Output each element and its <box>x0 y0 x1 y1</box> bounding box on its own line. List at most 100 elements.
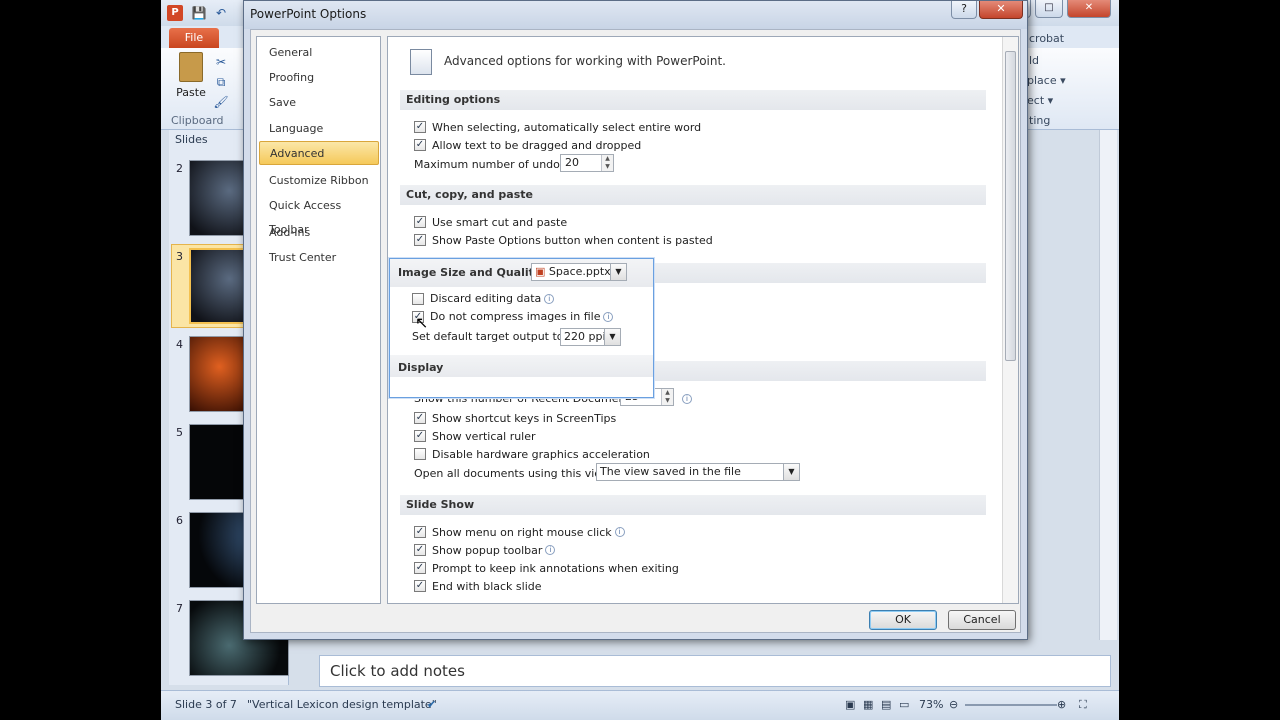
mouse-cursor-icon: ↖ <box>415 313 429 332</box>
checkbox-checked[interactable]: ✓ <box>414 234 426 246</box>
checkbox-checked[interactable]: ✓ <box>414 216 426 228</box>
undo-icon[interactable]: ↶ <box>213 5 229 21</box>
nav-save[interactable]: Save <box>259 91 379 115</box>
section-display: Display <box>398 361 444 374</box>
zoom-in-icon[interactable]: ⊕ <box>1057 698 1066 711</box>
option-label: Show popup toolbar <box>432 543 543 557</box>
undo-spinner[interactable]: 20 ▲ ▼ <box>560 154 614 172</box>
undo-label-row: Maximum number of undos: <box>414 156 569 172</box>
nav-language[interactable]: Language <box>259 117 379 141</box>
option-show-paste-options[interactable]: ✓ Show Paste Options button when content … <box>414 232 713 248</box>
option-smart-cut-paste[interactable]: ✓ Use smart cut and paste <box>414 214 567 230</box>
checkbox-checked[interactable]: ✓ <box>414 139 426 151</box>
option-popup-toolbar[interactable]: ✓ Show popup toolbar i <box>414 542 556 558</box>
notes-pane[interactable]: Click to add notes <box>319 655 1111 687</box>
paste-label: Paste <box>176 86 206 99</box>
panel-scrollbar[interactable] <box>1002 37 1018 603</box>
info-icon: i <box>545 545 556 555</box>
option-label: Show vertical ruler <box>432 429 536 443</box>
option-drag-drop[interactable]: ✓ Allow text to be dragged and dropped <box>414 137 641 153</box>
checkbox-unchecked[interactable] <box>412 292 424 305</box>
file-tab[interactable]: File <box>169 28 219 48</box>
section-editing-options: Editing options <box>400 90 986 110</box>
checkbox-checked[interactable]: ✓ <box>414 562 426 574</box>
nav-proofing[interactable]: Proofing <box>259 66 379 90</box>
zoom-out-icon[interactable]: ⊖ <box>949 698 958 711</box>
checkbox-checked[interactable]: ✓ <box>414 544 426 556</box>
option-label: Allow text to be dragged and dropped <box>432 138 642 152</box>
theme-name[interactable]: "Vertical Lexicon design template" <box>247 698 437 711</box>
option-keep-ink[interactable]: ✓ Prompt to keep ink annotations when exi… <box>414 560 679 576</box>
nav-general[interactable]: General <box>259 41 379 65</box>
editor-scrollbar[interactable] <box>1099 130 1117 640</box>
help-button[interactable]: ? <box>951 1 977 19</box>
option-disable-hw-acceleration[interactable]: Disable hardware graphics acceleration <box>414 446 650 462</box>
ribbon-find[interactable]: ld <box>1029 54 1039 67</box>
cancel-button[interactable]: Cancel <box>948 610 1016 630</box>
paste-button[interactable]: Paste <box>171 52 211 116</box>
ribbon-editing-label: ting <box>1029 114 1051 127</box>
nav-advanced[interactable]: Advanced <box>259 141 379 165</box>
nav-add-ins[interactable]: Add-Ins <box>259 221 379 245</box>
checkbox-checked[interactable]: ✓ <box>414 412 426 424</box>
checkbox-checked[interactable]: ✓ <box>414 580 426 592</box>
spinner-arrows-icon[interactable]: ▲ ▼ <box>661 389 673 405</box>
info-icon: i <box>614 527 625 537</box>
slides-tab[interactable]: Slides <box>175 133 208 146</box>
options-document-icon <box>410 49 432 75</box>
target-output-dropdown[interactable]: 220 ppi ▼ <box>560 328 621 346</box>
cut-icon[interactable]: ✂ <box>213 54 229 70</box>
maximize-button[interactable]: □ <box>1035 0 1063 18</box>
zoom-level[interactable]: 73% <box>919 698 943 711</box>
undo-label: Maximum number of undos: <box>414 157 570 171</box>
option-label: End with black slide <box>432 579 542 593</box>
nav-quick-access-toolbar[interactable]: Quick Access Toolbar <box>259 194 379 236</box>
zoom-slider[interactable] <box>965 704 1057 706</box>
option-discard-editing-data[interactable]: Discard editing data i <box>412 292 555 305</box>
format-painter-icon[interactable]: 🖌 <box>213 94 229 110</box>
ribbon-select[interactable]: ect ▾ <box>1027 94 1053 107</box>
nav-customize-ribbon[interactable]: Customize Ribbon <box>259 169 379 193</box>
checkbox-checked[interactable]: ✓ <box>414 526 426 538</box>
option-label: Use smart cut and paste <box>432 215 568 229</box>
chevron-down-icon[interactable]: ▼ <box>610 264 626 280</box>
copy-icon[interactable]: ⧉ <box>213 74 229 90</box>
ribbon-acrobat-tab[interactable]: crobat <box>1029 32 1064 45</box>
info-icon: i <box>544 293 555 304</box>
slide-count: Slide 3 of 7 <box>175 698 237 711</box>
image-file-value: Space.pptx <box>548 265 611 278</box>
save-icon[interactable]: 💾 <box>191 5 207 21</box>
option-end-black-slide[interactable]: ✓ End with black slide <box>414 578 542 594</box>
image-file-dropdown[interactable]: ▣ Space.pptx ▼ <box>531 263 627 281</box>
panel-header-text: Advanced options for working with PowerP… <box>444 54 726 68</box>
option-do-not-compress[interactable]: ✓ Do not compress images in file i <box>412 310 614 323</box>
option-shortcut-keys[interactable]: ✓ Show shortcut keys in ScreenTips <box>414 410 616 426</box>
open-view-dropdown[interactable]: The view saved in the file ▼ <box>596 463 800 481</box>
fit-to-window-icon[interactable]: ⛶ <box>1079 698 1087 712</box>
scrollbar-thumb[interactable] <box>1005 51 1016 361</box>
checkbox-unchecked[interactable] <box>414 448 426 460</box>
option-right-click-menu[interactable]: ✓ Show menu on right mouse click i <box>414 524 625 540</box>
ribbon-replace[interactable]: place ▾ <box>1027 74 1066 87</box>
nav-trust-center[interactable]: Trust Center <box>259 246 379 270</box>
slide-sorter-icon[interactable]: ▦ <box>863 698 873 711</box>
chevron-down-icon[interactable]: ▼ <box>604 329 620 345</box>
checkbox-checked[interactable]: ✓ <box>414 430 426 442</box>
slideshow-icon[interactable]: ▭ <box>899 698 909 711</box>
spinner-arrows-icon[interactable]: ▲ ▼ <box>601 155 613 171</box>
slide-number: 2 <box>176 162 183 175</box>
option-vertical-ruler[interactable]: ✓ Show vertical ruler <box>414 428 536 444</box>
chevron-down-icon[interactable]: ▼ <box>783 464 799 480</box>
slide-number: 3 <box>176 250 183 263</box>
option-label: Show menu on right mouse click <box>432 525 612 539</box>
reading-view-icon[interactable]: ▤ <box>881 698 891 711</box>
close-window-button[interactable]: ✕ <box>1067 0 1111 18</box>
option-label: Discard editing data <box>430 292 542 305</box>
normal-view-icon[interactable]: ▣ <box>845 698 855 711</box>
ok-button[interactable]: OK <box>869 610 937 630</box>
dialog-close-button[interactable]: ✕ <box>979 1 1023 19</box>
option-select-entire-word[interactable]: ✓ When selecting, automatically select en… <box>414 119 701 135</box>
section-cut-copy-paste: Cut, copy, and paste <box>400 185 986 205</box>
spellcheck-icon[interactable]: ✔ <box>427 698 436 711</box>
checkbox-checked[interactable]: ✓ <box>414 121 426 133</box>
